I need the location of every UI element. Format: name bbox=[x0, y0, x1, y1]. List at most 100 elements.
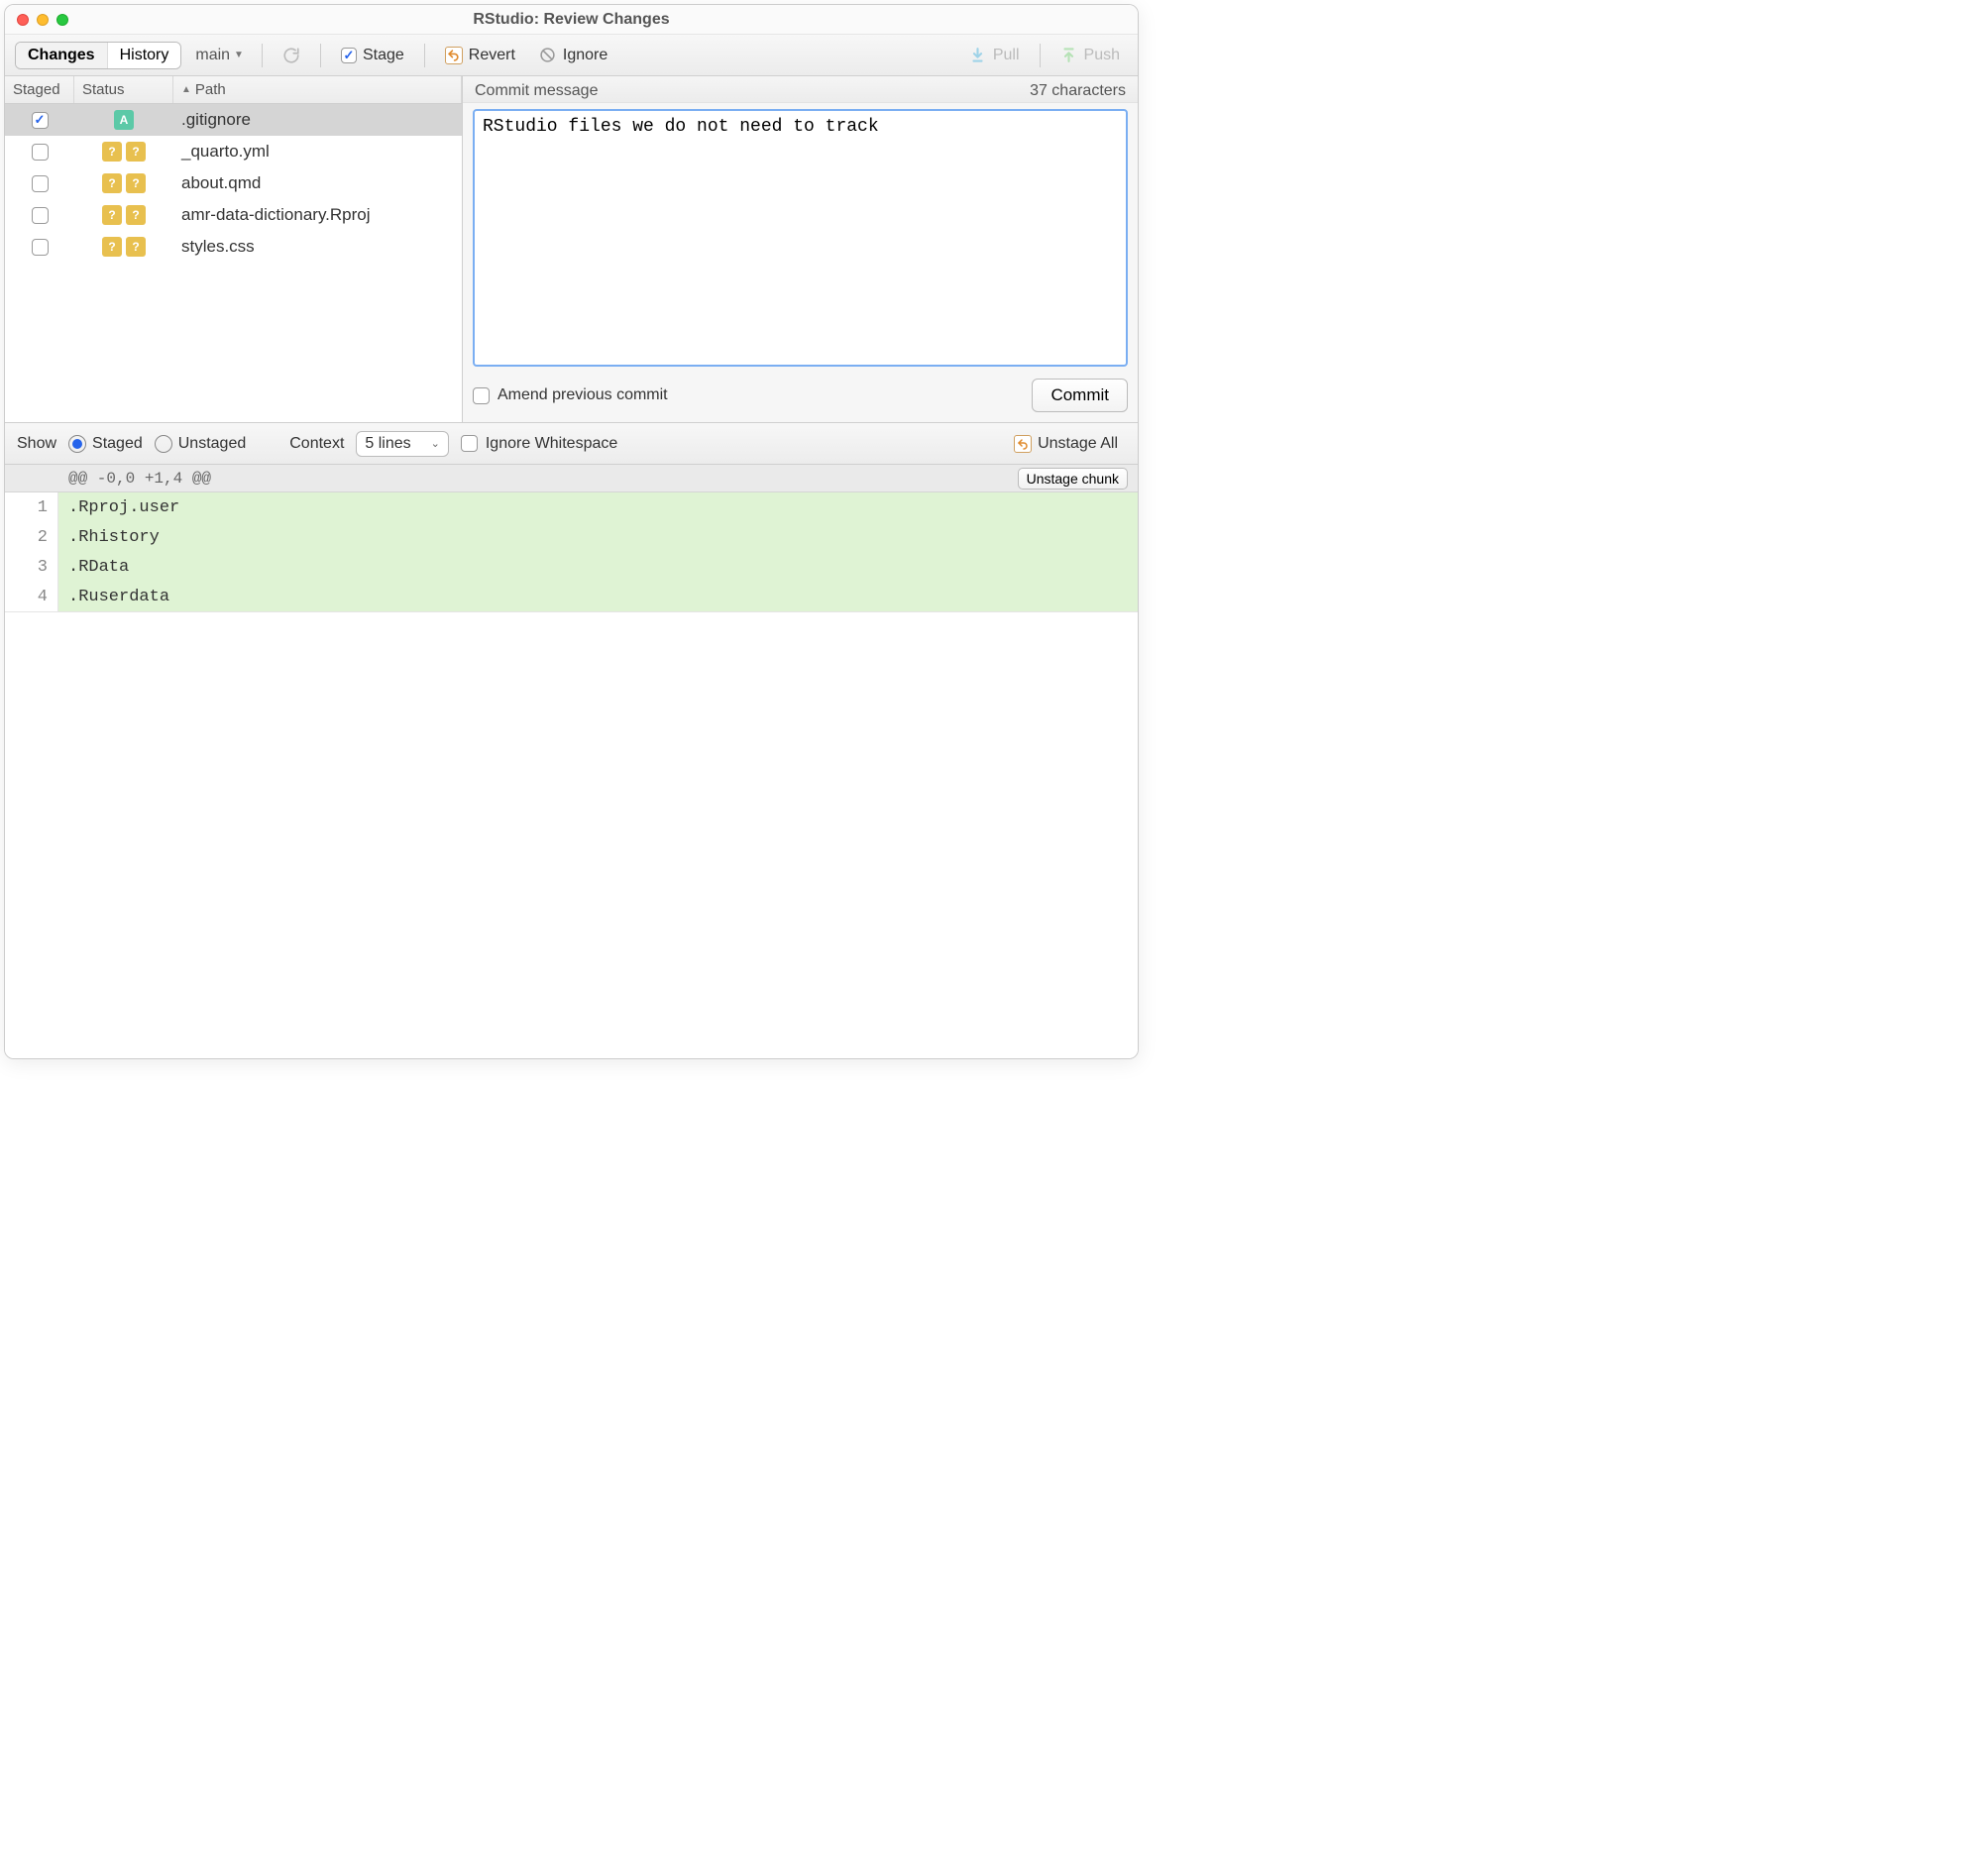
checkbox-icon bbox=[473, 387, 490, 404]
titlebar: RStudio: Review Changes bbox=[5, 5, 1138, 35]
context-value: 5 lines bbox=[365, 435, 410, 453]
line-text: .Ruserdata bbox=[58, 588, 169, 606]
status-untracked-icon: ? bbox=[126, 173, 146, 193]
status-untracked-icon: ? bbox=[126, 205, 146, 225]
diff-hunk-header: @@ -0,0 +1,4 @@ Unstage chunk bbox=[5, 465, 1138, 492]
diff-toolbar: Show Staged Unstaged Context 5 lines ⌄ I… bbox=[5, 423, 1138, 465]
ignore-label: Ignore bbox=[563, 47, 607, 64]
push-icon bbox=[1060, 47, 1078, 64]
col-staged[interactable]: Staged bbox=[5, 76, 74, 103]
amend-label: Amend previous commit bbox=[497, 386, 668, 404]
col-path[interactable]: ▲ Path bbox=[173, 76, 462, 103]
stage-checkbox[interactable] bbox=[32, 112, 49, 129]
status-untracked-icon: ? bbox=[126, 142, 146, 162]
status-untracked-icon: ? bbox=[126, 237, 146, 257]
ignore-icon bbox=[539, 47, 557, 64]
separator bbox=[1040, 44, 1041, 67]
status-untracked-icon: ? bbox=[102, 205, 122, 225]
diff-lines: 1.Rproj.user2.Rhistory3.RData4.Ruserdata bbox=[5, 492, 1138, 611]
stage-button[interactable]: Stage bbox=[333, 44, 412, 67]
push-button[interactable]: Push bbox=[1052, 44, 1128, 67]
stage-label: Stage bbox=[363, 47, 404, 64]
ignore-ws-label: Ignore Whitespace bbox=[486, 435, 617, 453]
context-select[interactable]: 5 lines ⌄ bbox=[356, 431, 448, 457]
pull-button[interactable]: Pull bbox=[961, 44, 1028, 67]
refresh-button[interactable] bbox=[275, 44, 308, 67]
file-row[interactable]: ?? styles.css bbox=[5, 231, 462, 263]
unstage-all-label: Unstage All bbox=[1038, 435, 1118, 453]
pull-label: Pull bbox=[993, 47, 1020, 64]
show-unstaged-label: Unstaged bbox=[178, 435, 247, 453]
close-window-button[interactable] bbox=[17, 14, 29, 26]
history-tab[interactable]: History bbox=[107, 43, 181, 68]
file-row[interactable]: ?? about.qmd bbox=[5, 167, 462, 199]
radio-icon bbox=[68, 435, 86, 453]
line-number: 2 bbox=[5, 522, 58, 552]
separator bbox=[424, 44, 425, 67]
file-path: about.qmd bbox=[173, 173, 462, 193]
file-row[interactable]: A .gitignore bbox=[5, 104, 462, 136]
branch-selector[interactable]: main ▼ bbox=[189, 44, 250, 67]
show-staged-radio[interactable]: Staged bbox=[68, 435, 143, 453]
changes-tab[interactable]: Changes bbox=[16, 43, 107, 68]
status-untracked-icon: ? bbox=[102, 142, 122, 162]
commit-message-label: Commit message bbox=[475, 82, 598, 100]
show-unstaged-radio[interactable]: Unstaged bbox=[155, 435, 247, 453]
file-table-header: Staged Status ▲ Path bbox=[5, 76, 462, 104]
check-icon bbox=[341, 48, 357, 63]
status-untracked-icon: ? bbox=[102, 173, 122, 193]
context-label: Context bbox=[289, 435, 344, 453]
sort-asc-icon: ▲ bbox=[181, 84, 191, 95]
separator bbox=[320, 44, 321, 67]
zoom-window-button[interactable] bbox=[56, 14, 68, 26]
revert-label: Revert bbox=[469, 47, 515, 64]
chevron-down-icon: ⌄ bbox=[431, 437, 440, 450]
unstage-chunk-button[interactable]: Unstage chunk bbox=[1018, 468, 1128, 490]
stage-checkbox[interactable] bbox=[32, 144, 49, 161]
diff-body-empty bbox=[5, 611, 1138, 1058]
diff-line-added[interactable]: 4.Ruserdata bbox=[5, 582, 1138, 611]
amend-checkbox[interactable]: Amend previous commit bbox=[473, 386, 668, 404]
revert-icon bbox=[445, 47, 463, 64]
line-number: 1 bbox=[5, 492, 58, 522]
commit-button[interactable]: Commit bbox=[1032, 379, 1128, 412]
commit-pane: Commit message 37 characters Amend previ… bbox=[463, 76, 1138, 422]
commit-message-input[interactable] bbox=[473, 109, 1128, 367]
diff-line-added[interactable]: 3.RData bbox=[5, 552, 1138, 582]
status-added-icon: A bbox=[114, 110, 134, 130]
file-rows: A .gitignore?? _quarto.yml?? about.qmd?? amr… bbox=[5, 104, 462, 263]
char-count: 37 characters bbox=[1030, 82, 1126, 100]
revert-button[interactable]: Revert bbox=[437, 44, 523, 67]
minimize-window-button[interactable] bbox=[37, 14, 49, 26]
checkbox-icon bbox=[461, 435, 478, 452]
file-path: _quarto.yml bbox=[173, 142, 462, 162]
diff-line-added[interactable]: 2.Rhistory bbox=[5, 522, 1138, 552]
file-row[interactable]: ?? _quarto.yml bbox=[5, 136, 462, 167]
main-toolbar: Changes History main ▼ Stage Revert bbox=[5, 35, 1138, 76]
show-staged-label: Staged bbox=[92, 435, 143, 453]
pull-icon bbox=[969, 47, 987, 64]
line-text: .Rproj.user bbox=[58, 498, 179, 517]
col-status[interactable]: Status bbox=[74, 76, 173, 103]
file-path: amr-data-dictionary.Rproj bbox=[173, 205, 462, 225]
revert-icon bbox=[1014, 435, 1032, 453]
view-segment: Changes History bbox=[15, 42, 181, 69]
separator bbox=[262, 44, 263, 67]
ignore-button[interactable]: Ignore bbox=[531, 44, 615, 67]
line-text: .RData bbox=[58, 558, 129, 577]
window-title: RStudio: Review Changes bbox=[473, 11, 669, 29]
status-untracked-icon: ? bbox=[102, 237, 122, 257]
line-number: 4 bbox=[5, 582, 58, 611]
stage-checkbox[interactable] bbox=[32, 207, 49, 224]
file-row[interactable]: ?? amr-data-dictionary.Rproj bbox=[5, 199, 462, 231]
file-path: styles.css bbox=[173, 237, 462, 257]
line-number: 3 bbox=[5, 552, 58, 582]
branch-name: main bbox=[195, 47, 230, 64]
file-path: .gitignore bbox=[173, 110, 462, 130]
stage-checkbox[interactable] bbox=[32, 175, 49, 192]
unstage-all-button[interactable]: Unstage All bbox=[1006, 432, 1126, 456]
stage-checkbox[interactable] bbox=[32, 239, 49, 256]
diff-line-added[interactable]: 1.Rproj.user bbox=[5, 492, 1138, 522]
ignore-whitespace-checkbox[interactable]: Ignore Whitespace bbox=[461, 435, 617, 453]
push-label: Push bbox=[1084, 47, 1120, 64]
